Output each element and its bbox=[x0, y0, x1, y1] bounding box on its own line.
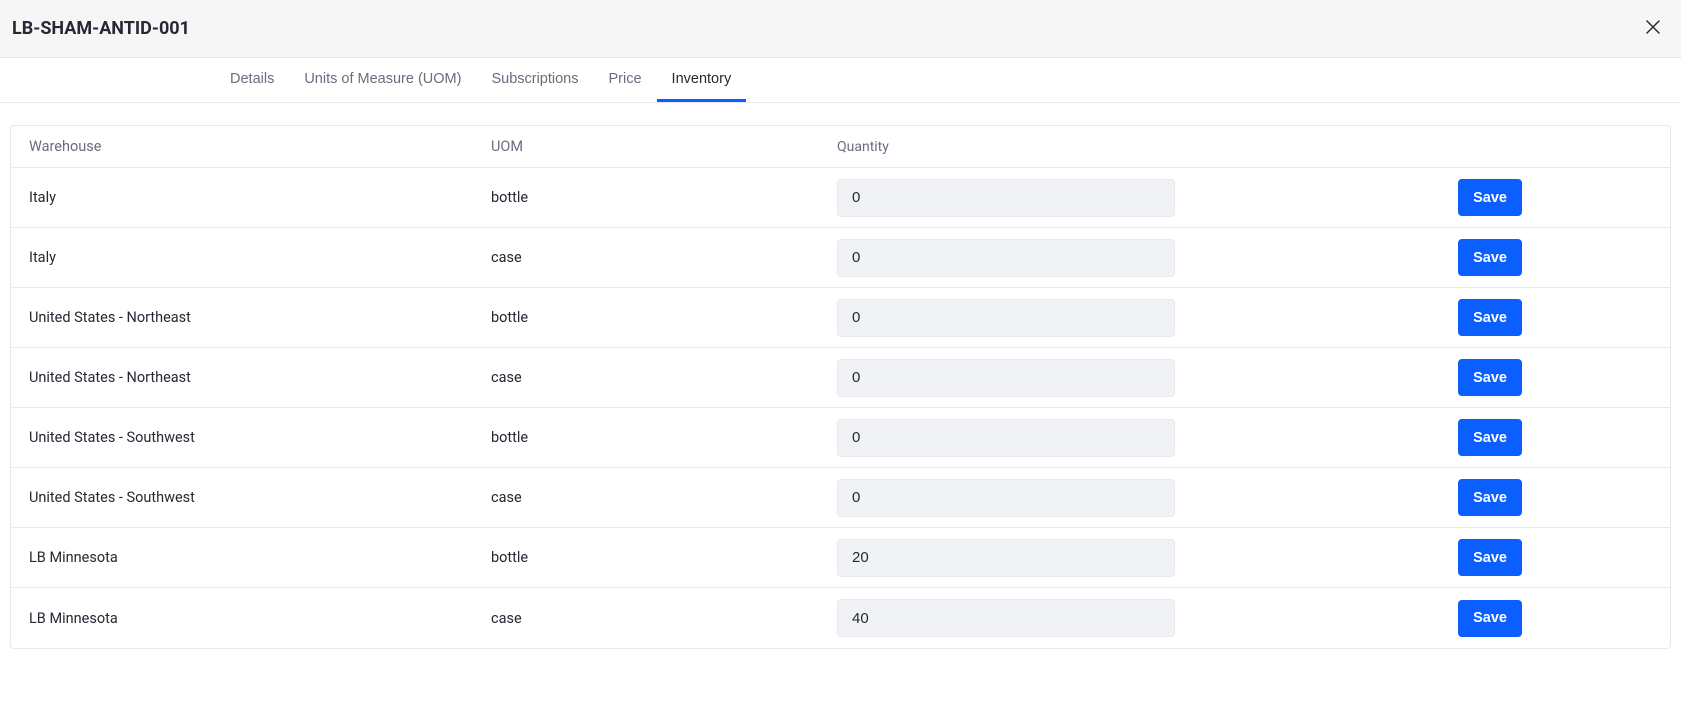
table-row: United States - Northeastbottle Save bbox=[11, 288, 1670, 348]
tab-inventory[interactable]: Inventory bbox=[657, 58, 747, 102]
modal-header: LB-SHAM-ANTID-001 bbox=[0, 0, 1681, 58]
cell-actions: Save bbox=[1337, 239, 1652, 276]
cell-uom: case bbox=[491, 369, 837, 386]
save-button[interactable]: Save bbox=[1458, 179, 1522, 216]
cell-quantity bbox=[837, 599, 1337, 637]
close-button[interactable] bbox=[1637, 13, 1669, 45]
cell-actions: Save bbox=[1337, 359, 1652, 396]
quantity-input[interactable] bbox=[837, 539, 1175, 577]
cell-uom: bottle bbox=[491, 549, 837, 566]
page-title: LB-SHAM-ANTID-001 bbox=[12, 18, 190, 39]
table-row: United States - Northeastcase Save bbox=[11, 348, 1670, 408]
save-button[interactable]: Save bbox=[1458, 419, 1522, 456]
cell-warehouse: United States - Southwest bbox=[29, 429, 491, 446]
save-button[interactable]: Save bbox=[1458, 239, 1522, 276]
cell-warehouse: United States - Northeast bbox=[29, 309, 491, 326]
inventory-table: Warehouse UOM Quantity ItalybottleSaveIt… bbox=[10, 125, 1671, 649]
cell-warehouse: Italy bbox=[29, 189, 491, 206]
close-icon bbox=[1644, 18, 1662, 39]
cell-quantity bbox=[837, 419, 1337, 457]
tab-subscriptions[interactable]: Subscriptions bbox=[476, 58, 593, 102]
cell-quantity bbox=[837, 239, 1337, 277]
save-button[interactable]: Save bbox=[1458, 299, 1522, 336]
save-button[interactable]: Save bbox=[1458, 539, 1522, 576]
cell-quantity bbox=[837, 359, 1337, 397]
quantity-input[interactable] bbox=[837, 419, 1175, 457]
cell-warehouse: United States - Northeast bbox=[29, 369, 491, 386]
tabs: DetailsUnits of Measure (UOM)Subscriptio… bbox=[0, 58, 1681, 103]
cell-quantity bbox=[837, 479, 1337, 517]
table-row: United States - Southwestbottle Save bbox=[11, 408, 1670, 468]
save-button[interactable]: Save bbox=[1458, 359, 1522, 396]
cell-warehouse: United States - Southwest bbox=[29, 489, 491, 506]
cell-uom: case bbox=[491, 489, 837, 506]
table-row: Italybottle Save bbox=[11, 168, 1670, 228]
cell-warehouse: LB Minnesota bbox=[29, 549, 491, 566]
cell-quantity bbox=[837, 539, 1337, 577]
cell-uom: case bbox=[491, 610, 837, 627]
cell-quantity bbox=[837, 179, 1337, 217]
column-header-uom: UOM bbox=[491, 138, 837, 155]
cell-actions: Save bbox=[1337, 600, 1652, 637]
cell-uom: case bbox=[491, 249, 837, 266]
cell-actions: Save bbox=[1337, 539, 1652, 576]
cell-actions: Save bbox=[1337, 419, 1652, 456]
cell-quantity bbox=[837, 299, 1337, 337]
quantity-input[interactable] bbox=[837, 599, 1175, 637]
table-row: LB Minnesotabottle Save bbox=[11, 528, 1670, 588]
quantity-input[interactable] bbox=[837, 359, 1175, 397]
cell-uom: bottle bbox=[491, 309, 837, 326]
cell-uom: bottle bbox=[491, 429, 837, 446]
tab-details[interactable]: Details bbox=[215, 58, 289, 102]
cell-actions: Save bbox=[1337, 299, 1652, 336]
cell-warehouse: Italy bbox=[29, 249, 491, 266]
table-header-row: Warehouse UOM Quantity bbox=[11, 126, 1670, 168]
cell-actions: Save bbox=[1337, 479, 1652, 516]
quantity-input[interactable] bbox=[837, 479, 1175, 517]
quantity-input[interactable] bbox=[837, 239, 1175, 277]
table-row: LB Minnesotacase Save bbox=[11, 588, 1670, 648]
column-header-warehouse: Warehouse bbox=[29, 138, 491, 155]
column-header-quantity: Quantity bbox=[837, 139, 1337, 155]
content: Warehouse UOM Quantity ItalybottleSaveIt… bbox=[0, 103, 1681, 659]
quantity-input[interactable] bbox=[837, 179, 1175, 217]
table-row: United States - Southwestcase Save bbox=[11, 468, 1670, 528]
save-button[interactable]: Save bbox=[1458, 600, 1522, 637]
quantity-input[interactable] bbox=[837, 299, 1175, 337]
tab-price[interactable]: Price bbox=[594, 58, 657, 102]
table-row: Italycase Save bbox=[11, 228, 1670, 288]
cell-uom: bottle bbox=[491, 189, 837, 206]
tab-units-of-measure-uom[interactable]: Units of Measure (UOM) bbox=[289, 58, 476, 102]
cell-actions: Save bbox=[1337, 179, 1652, 216]
cell-warehouse: LB Minnesota bbox=[29, 610, 491, 627]
page: LB-SHAM-ANTID-001 DetailsUnits of Measur… bbox=[0, 0, 1681, 716]
save-button[interactable]: Save bbox=[1458, 479, 1522, 516]
